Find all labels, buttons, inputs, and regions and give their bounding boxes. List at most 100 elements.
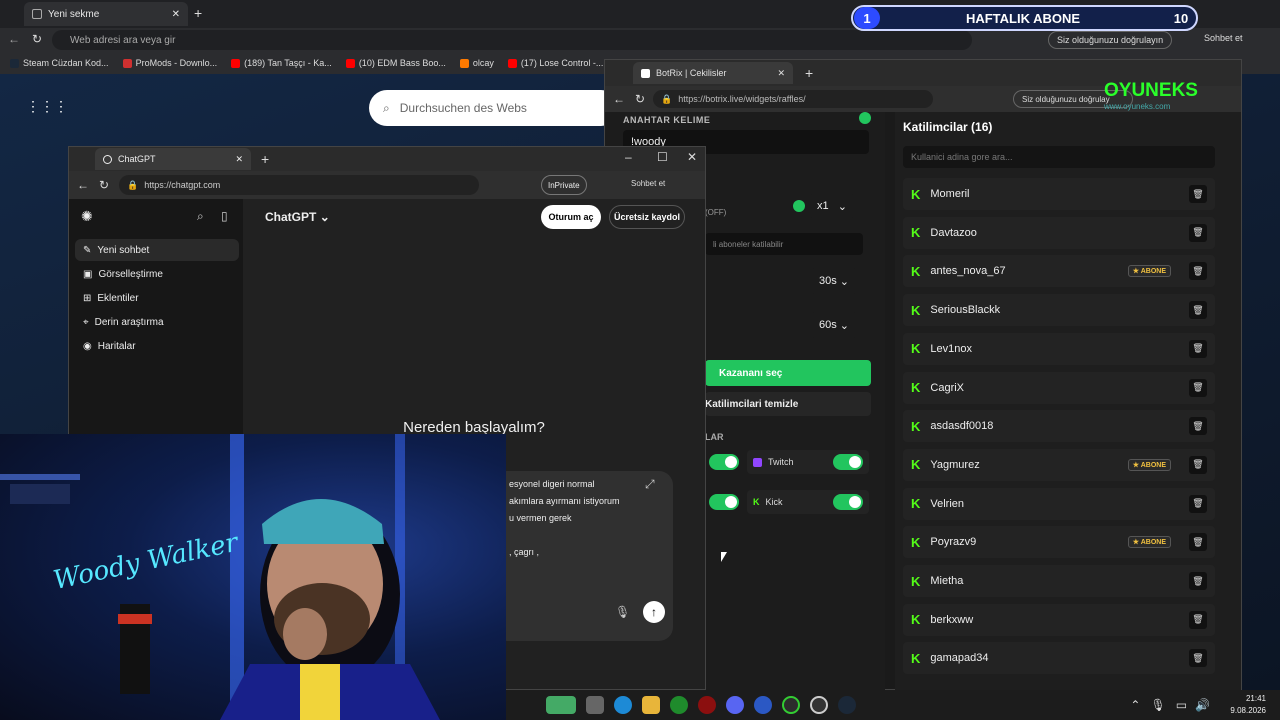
microphone-icon[interactable]: 🎙 — [1150, 698, 1165, 712]
copilot-chat-button[interactable]: Sohbet et — [1204, 33, 1243, 43]
clear-participants-button[interactable]: Katilimcilari temizle — [705, 392, 871, 416]
copilot-chat-button[interactable]: Sohbet et — [631, 179, 665, 188]
delete-participant-button[interactable]: 🗑 — [1189, 223, 1207, 242]
bookmark-item[interactable]: Steam Cüzdan Kod... — [10, 58, 109, 68]
red-app-icon[interactable] — [698, 696, 716, 714]
participant-row[interactable]: Kantes_nova_67 ★ ABONE 🗑 — [903, 255, 1215, 288]
search-icon[interactable]: ⌕ — [197, 209, 204, 224]
timer-select-a[interactable]: 30s ⌄ — [811, 268, 857, 294]
bookmark-item[interactable]: ProMods - Downlo... — [122, 58, 217, 68]
microphone-icon[interactable]: 🎙 — [615, 605, 630, 619]
participant-row[interactable]: K Davtazoo 🗑 — [903, 216, 1215, 249]
participant-row[interactable]: Kberkxww 🗑 — [903, 603, 1215, 636]
add-tab-icon[interactable]: + — [194, 5, 202, 21]
web-search-input[interactable]: ⌕ Durchsuchen des Webs — [369, 90, 619, 126]
address-input[interactable]: Web adresi ara veya gir — [52, 30, 972, 50]
network-icon[interactable]: ▭ — [1176, 698, 1187, 712]
delete-participant-button[interactable]: 🗑 — [1189, 610, 1207, 629]
back-icon[interactable]: ← — [8, 32, 20, 46]
bookmark-item[interactable]: (189) Tan Taşçı - Ka... — [231, 58, 332, 68]
refresh-icon[interactable]: ↻ — [99, 178, 109, 192]
participant-row[interactable]: Kgamapad34 🗑 — [903, 642, 1215, 675]
multiplier-select[interactable]: x1 ⌄ — [809, 194, 855, 218]
add-tab-icon[interactable]: + — [261, 151, 269, 167]
chevron-up-icon[interactable]: ⌃ — [1130, 698, 1140, 712]
back-icon[interactable]: ← — [77, 178, 89, 192]
sidebar-item-deep-research[interactable]: ⌖ Derin araştırma — [75, 311, 239, 333]
minimize-icon[interactable]: – — [625, 150, 632, 164]
add-tab-icon[interactable]: + — [805, 65, 813, 81]
platform-toggle-2[interactable] — [709, 494, 739, 510]
delete-participant-button[interactable]: 🗑 — [1189, 262, 1207, 281]
signup-button[interactable]: Ücretsiz kaydol — [609, 205, 685, 229]
url-field[interactable]: 🔒 https://chatgpt.com — [119, 175, 479, 195]
info-icon[interactable] — [859, 112, 871, 124]
delete-participant-button[interactable]: 🗑 — [1189, 339, 1207, 358]
refresh-icon[interactable]: ↻ — [32, 32, 42, 46]
obs-icon[interactable] — [810, 696, 828, 714]
verify-pill[interactable]: Siz olduğunuzu doğrulayın — [1048, 31, 1173, 49]
delete-participant-button[interactable]: 🗑 — [1189, 649, 1207, 668]
back-icon[interactable]: ← — [613, 92, 625, 106]
participant-row[interactable]: K Velrien 🗑 — [903, 487, 1215, 520]
tab-new-tab[interactable]: Yeni sekme ✕ — [24, 2, 188, 26]
clock[interactable]: 21:41 9.08.2026 — [1230, 693, 1266, 717]
sidebar-item-new-chat[interactable]: ✎ Yeni sohbet — [75, 239, 239, 261]
sidebar-item-plugins[interactable]: ⊞ Eklentiler — [75, 287, 239, 309]
login-button[interactable]: Oturum aç — [541, 205, 601, 229]
openai-logo-icon[interactable]: ✺ — [81, 208, 93, 225]
participant-row[interactable]: K Yagmurez ★ ABONE 🗑 — [903, 448, 1215, 481]
participant-row[interactable]: K Mietha 🗑 — [903, 565, 1215, 597]
sidebar-toggle-icon[interactable]: ▯ — [221, 209, 228, 223]
close-icon[interactable]: ✕ — [172, 9, 180, 20]
participant-search-input[interactable]: Kullanici adina gore ara... — [903, 146, 1215, 168]
tab-chatgpt[interactable]: ChatGPT ✕ — [95, 148, 251, 170]
delete-participant-button[interactable]: 🗑 — [1189, 494, 1207, 513]
tab-botrix[interactable]: BotRix | Cekilisler ✕ — [633, 62, 793, 84]
delete-participant-button[interactable]: 🗑 — [1189, 533, 1207, 552]
inprivate-badge[interactable]: InPrivate — [541, 175, 587, 195]
apps-grid-icon[interactable]: ⋮⋮⋮ — [26, 98, 68, 115]
steam-icon[interactable] — [838, 696, 856, 714]
delete-participant-button[interactable]: 🗑 — [1189, 378, 1207, 397]
twitch-toggle[interactable] — [833, 454, 863, 470]
task-view-icon[interactable] — [586, 696, 604, 714]
kick-toggle[interactable] — [833, 494, 863, 510]
file-explorer-icon[interactable] — [642, 696, 660, 714]
bookmark-item[interactable]: (10) EDM Bass Boo... — [345, 58, 446, 68]
expand-icon[interactable]: ⤢ — [645, 477, 655, 492]
send-button[interactable]: ↑ — [643, 601, 665, 623]
url-field[interactable]: 🔒 https://botrix.live/widgets/raffles/ — [653, 90, 933, 108]
delete-participant-button[interactable]: 🗑 — [1189, 301, 1207, 320]
sidebar-item-visualize[interactable]: ▣ Görselleştirme — [75, 263, 239, 285]
refresh-icon[interactable]: ↻ — [635, 92, 645, 106]
delete-participant-button[interactable]: 🗑 — [1189, 572, 1207, 590]
close-icon[interactable]: ✕ — [235, 154, 243, 165]
prompt-input[interactable]: esyonel digeri normal akımlara ayırmanı … — [493, 471, 673, 641]
upwork-icon[interactable] — [670, 696, 688, 714]
info-icon[interactable] — [793, 200, 805, 212]
delete-participant-button[interactable]: 🗑 — [1189, 185, 1207, 203]
bookmark-item[interactable]: olcay — [459, 58, 494, 68]
participant-row[interactable]: K Momeril 🗑 — [903, 178, 1215, 210]
sidebar-item-maps[interactable]: ◉ Haritalar — [75, 335, 239, 357]
discord-icon[interactable] — [726, 696, 744, 714]
model-selector[interactable]: ChatGPT ⌄ — [265, 210, 330, 224]
xbox-icon[interactable] — [782, 696, 800, 714]
pick-winner-button[interactable]: Kazananı seç — [705, 360, 871, 386]
delete-participant-button[interactable]: 🗑 — [1189, 417, 1207, 436]
edge-icon[interactable] — [614, 696, 632, 714]
volume-icon[interactable]: 🔊 — [1195, 698, 1210, 712]
ea-icon[interactable] — [754, 696, 772, 714]
close-window-icon[interactable]: ✕ — [687, 150, 697, 164]
participant-row[interactable]: K Poyrazv9 ★ ABONE 🗑 — [903, 526, 1215, 559]
taskbar-app-icon[interactable] — [546, 696, 576, 714]
close-icon[interactable]: ✕ — [777, 68, 785, 79]
participant-row[interactable]: Kasdasdf0018 🗑 — [903, 410, 1215, 443]
maximize-icon[interactable]: ☐ — [657, 150, 668, 164]
delete-participant-button[interactable]: 🗑 — [1189, 455, 1207, 474]
participant-row[interactable]: K SeriousBlackk 🗑 — [903, 294, 1215, 327]
platform-toggle-1[interactable] — [709, 454, 739, 470]
participant-row[interactable]: K Lev1nox 🗑 — [903, 332, 1215, 365]
participant-row[interactable]: K CagriX 🗑 — [903, 371, 1215, 404]
